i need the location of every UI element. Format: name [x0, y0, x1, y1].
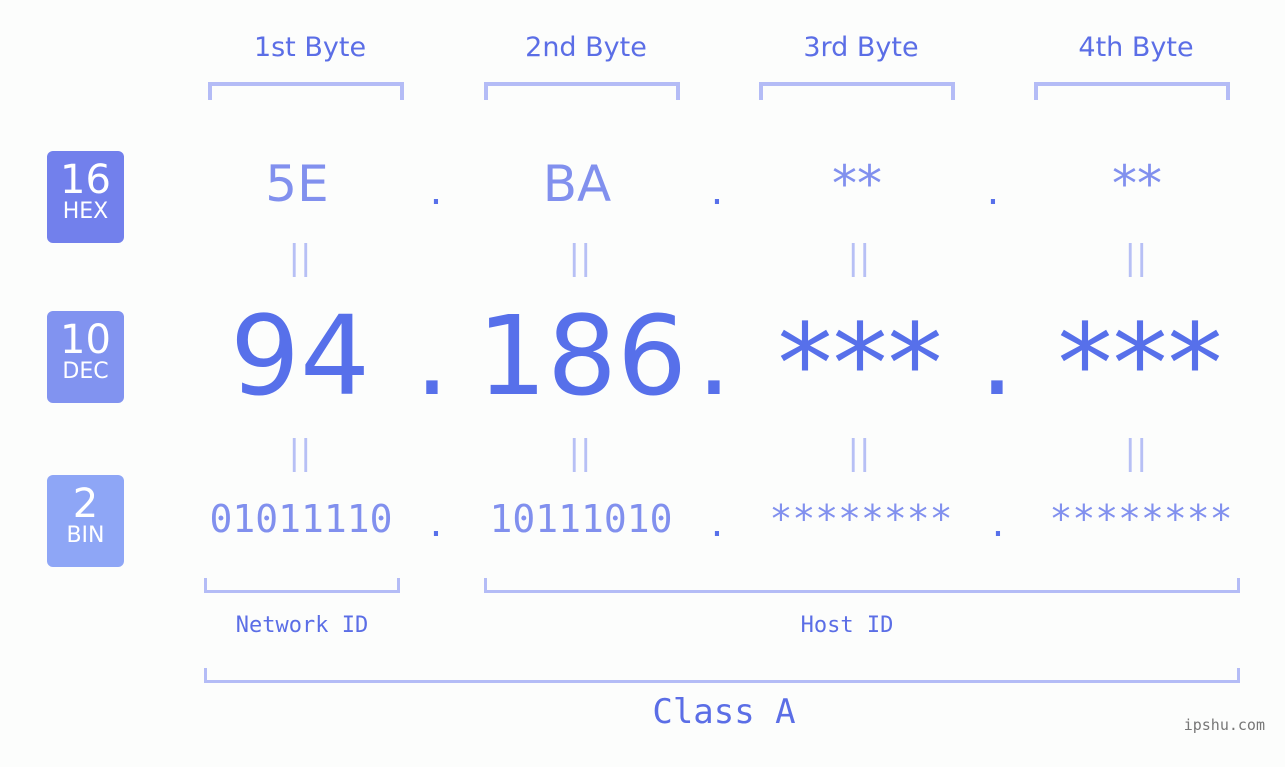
dec-separator-1: .	[414, 292, 450, 420]
bin-badge-label: BIN	[66, 523, 105, 548]
bin-badge-base: 2	[72, 481, 99, 527]
dec-byte-2: 186	[477, 292, 687, 420]
byte-bracket-4	[1034, 82, 1230, 100]
host-id-label: Host ID	[800, 613, 894, 638]
equals-sign: ||	[568, 433, 592, 473]
equals-sign: ||	[1124, 433, 1148, 473]
hex-badge-label: HEX	[62, 199, 109, 224]
bin-separator-2: .	[710, 500, 724, 546]
dec-badge-base: 10	[60, 317, 111, 363]
watermark: ipshu.com	[1183, 716, 1265, 734]
bin-separator-1: .	[429, 500, 443, 546]
network-id-label: Network ID	[235, 613, 369, 638]
equals-sign: ||	[288, 238, 312, 278]
byte-header-4: 4th Byte	[1078, 32, 1194, 63]
dec-badge: 10 DEC	[47, 311, 124, 403]
network-id-bracket	[204, 578, 400, 593]
hex-separator-1: .	[429, 168, 443, 214]
hex-byte-3: **	[832, 155, 882, 213]
bin-byte-4: ********	[1049, 497, 1233, 541]
byte-bracket-3	[759, 82, 955, 100]
dec-byte-4: ***	[1057, 300, 1223, 428]
bin-byte-3: ********	[769, 497, 953, 541]
hex-badge-base: 16	[60, 157, 111, 203]
bin-separator-3: .	[991, 500, 1005, 546]
byte-header-1: 1st Byte	[253, 32, 367, 63]
equals-sign: ||	[847, 238, 871, 278]
bin-badge: 2 BIN	[47, 475, 124, 567]
dec-byte-3: ***	[777, 300, 943, 428]
dec-badge-label: DEC	[62, 359, 109, 384]
hex-badge: 16 HEX	[47, 151, 124, 243]
dec-separator-2: .	[696, 292, 732, 420]
dec-byte-1: 94	[230, 292, 370, 420]
hex-byte-1: 5E	[265, 155, 329, 213]
equals-sign: ||	[288, 433, 312, 473]
class-label: Class A	[652, 692, 796, 732]
host-id-bracket	[484, 578, 1240, 593]
equals-sign: ||	[847, 433, 871, 473]
bin-byte-2: 10111010	[489, 497, 673, 541]
hex-byte-4: **	[1112, 155, 1162, 213]
byte-bracket-1	[208, 82, 404, 100]
equals-sign: ||	[1124, 238, 1148, 278]
byte-header-3: 3rd Byte	[803, 32, 919, 63]
class-bracket	[204, 668, 1240, 683]
hex-separator-3: .	[986, 168, 1000, 214]
byte-bracket-2	[484, 82, 680, 100]
dec-separator-3: .	[979, 292, 1015, 420]
hex-separator-2: .	[710, 168, 724, 214]
byte-header-2: 2nd Byte	[525, 32, 647, 63]
hex-byte-2: BA	[542, 155, 612, 213]
bin-byte-1: 01011110	[209, 497, 393, 541]
equals-sign: ||	[568, 238, 592, 278]
